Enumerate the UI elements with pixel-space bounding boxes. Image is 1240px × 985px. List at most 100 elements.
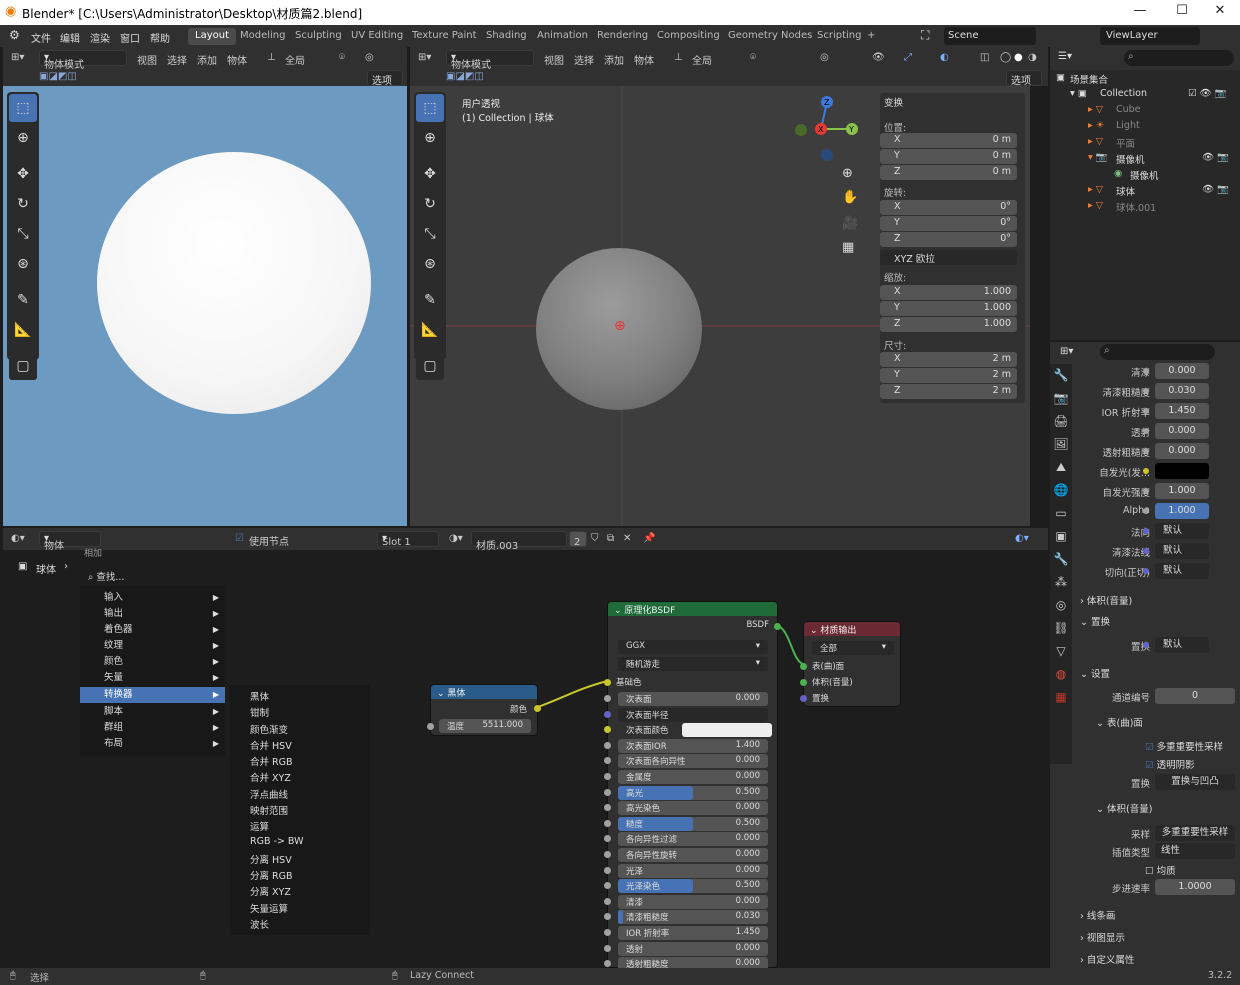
bsdf-input-socket[interactable] [604,866,611,874]
add-menu-shader[interactable]: 着色器 ▶ [80,622,225,638]
prop-emission[interactable]: 自发光(发... [1075,462,1235,480]
tab-geometry-nodes[interactable]: Geometry Nodes [721,28,819,45]
menu-view-main[interactable]: 视图 [544,52,564,67]
bsdf-input-socket[interactable] [604,913,611,921]
bsdf-input-socket[interactable] [604,960,611,968]
output-volume-socket[interactable] [800,679,807,686]
render-tab-icon[interactable]: 📷 [1050,387,1072,410]
navigation-gizmo[interactable]: Z Y X [790,92,860,162]
output-tab-icon[interactable]: 🖨 [1050,410,1072,433]
bsdf-input-socket[interactable] [604,695,611,702]
submenu-color-ramp[interactable]: 颜色渐变 [250,722,288,736]
bsdf-field[interactable]: 高光 0.500 [604,785,768,800]
snap-icon[interactable]: ⌾ [339,52,345,63]
rotation-x-field[interactable]: X 0° [880,200,1017,215]
gizmo-icon[interactable]: ⤢ [904,52,912,63]
menu-window[interactable]: 窗口 [120,30,140,45]
prop-normal[interactable]: 法向 默认 [1075,522,1235,540]
tab-shading[interactable]: Shading [479,28,534,45]
orientation-global-left[interactable]: 全局 [285,52,305,67]
base-color-socket[interactable] [604,679,611,686]
rotation-mode-dropdown[interactable]: XYZ 欧拉 [880,250,1017,265]
mis-checkbox[interactable]: ☑ 多重重要性采样 [1145,739,1223,753]
displacement-section[interactable]: ⌄ 置换 [1080,614,1110,628]
viewlayer-selector[interactable]: ViewLayer [1100,27,1200,45]
outliner-item-cube[interactable]: ▸ ▽ Cube [1050,102,1240,118]
bsdf-output-socket[interactable] [774,623,781,630]
submenu-vector-math[interactable]: 矢量运算 [250,901,288,915]
outliner-search[interactable]: ⌕ [1124,50,1234,66]
scale-y-field[interactable]: Y 1.000 [880,301,1017,316]
transform-section-header[interactable]: 变换 [884,95,903,109]
particles-tab-icon[interactable]: ⁂ [1050,571,1072,594]
scene-tab-icon[interactable]: ⛰ [1050,456,1072,479]
proportional-edit-icon[interactable]: ◎ [365,52,374,63]
outliner-item-camera-data[interactable]: ◉ 摄像机 [1050,166,1240,182]
rotation-y-field[interactable]: Y 0° [880,216,1017,231]
bsdf-input-socket[interactable] [604,757,611,765]
submenu-combine-hsv[interactable]: 合并 HSV [250,738,292,752]
shading-solid-icon[interactable]: ● [1014,52,1023,63]
bsdf-field[interactable]: 次表面 0.000 [604,692,768,706]
outliner-item-light[interactable]: ▸ ☀ Light [1050,118,1240,134]
duplicate-material-icon[interactable]: ⧉ [607,533,614,544]
add-cube-tool-icon[interactable]: ▢ [9,352,37,380]
add-menu-color[interactable]: 颜色 ▶ [80,654,225,670]
material-users-count[interactable]: 2 [569,531,587,548]
prop-transmission-roughness[interactable]: 透射粗糙度 0.000 [1075,442,1235,460]
prop-ior[interactable]: IOR 折射率 1.450 [1075,402,1235,420]
shading-material-icon[interactable]: ◑ [1028,52,1037,63]
location-z-field[interactable]: Z0 m [880,165,1017,180]
shader-type-dropdown[interactable]: 物体 ▾ [39,531,101,552]
bsdf-field[interactable]: 次表面各向异性 0.000 [604,754,768,769]
prop-displacement-method[interactable]: 置换 置换与凹凸 [1075,773,1235,791]
move-tool-icon-main[interactable]: ✥ [416,160,444,188]
tab-rendering[interactable]: Rendering [590,28,655,45]
tab-layout[interactable]: Layout [188,28,236,45]
bsdf-field[interactable]: 金属度 0.000 [604,770,768,784]
blackbody-color-socket[interactable] [534,705,541,712]
surface-subsection[interactable]: ⌄ 表(曲)面 [1096,715,1143,729]
tab-texture-paint[interactable]: Texture Paint [405,28,484,45]
prop-interpolation[interactable]: 插值类型 线性 [1075,842,1235,860]
bsdf-input-socket[interactable] [604,882,611,890]
ortho-grid-icon[interactable]: ▦ [842,240,854,255]
visibility-icon[interactable]: 👁 [872,52,885,63]
prop-pass-index[interactable]: 通道编号 0 [1075,687,1235,705]
add-menu-search[interactable]: ⌕ 查找... [80,570,225,586]
outliner-item-camera[interactable]: ▾ 📷 摄像机 👁 📷 [1050,150,1240,166]
outliner-item-sphere[interactable]: ▸ ▽ 球体 👁 📷 [1050,182,1240,198]
bsdf-field[interactable]: 次表面IOR 1.400 [604,738,768,753]
distribution-dropdown[interactable]: GGX ▾ [618,640,768,654]
menu-edit[interactable]: 编辑 [60,30,80,45]
view-layer-tab-icon[interactable]: 🖼 [1050,433,1072,456]
transparent-shadow-checkbox[interactable]: ☑ 透明阴影 [1145,757,1195,771]
selection-mode-icons[interactable]: ▣◪◩◫ [39,71,77,82]
texture-tab-icon[interactable]: ▦ [1050,686,1072,709]
output-displacement-socket[interactable] [800,695,807,702]
menu-select-left[interactable]: 选择 [167,52,187,67]
dimensions-z-field[interactable]: Z2 m [880,384,1017,399]
location-x-field[interactable]: X0 m [880,133,1017,148]
measure-tool-icon-main[interactable]: 📐 [416,316,444,344]
move-tool-icon[interactable]: ✥ [9,160,37,188]
bsdf-field[interactable]: 各向异性旋转 0.000 [604,848,768,862]
bsdf-field[interactable]: 透射 0.000 [604,941,768,956]
menu-select-main[interactable]: 选择 [574,52,594,67]
submenu-rgb-to-bw[interactable]: RGB -> BW [250,836,303,847]
select-box-tool-icon[interactable]: ⬚ [9,94,37,122]
outliner-item-plane[interactable]: ▸ ▽ 平面 [1050,134,1240,150]
blackbody-node[interactable]: ⌄ 黑体 颜色 温度 5511.000 [427,684,541,736]
material-tab-icon[interactable]: ◍ [1050,663,1072,686]
shading-wireframe-icon[interactable]: ◯ [1000,52,1011,63]
editor-type-icon-main[interactable]: ⊞▾ [418,52,431,63]
menu-help[interactable]: 帮助 [150,30,170,45]
prop-displacement[interactable]: 置换 默认 [1075,636,1235,654]
transform-orientation-icon[interactable]: ⊥ [267,52,276,63]
bsdf-field[interactable]: 清漆粗糙度 0.030 [604,910,768,925]
bsdf-node-header[interactable]: ⌄ 原理化BSDF [608,602,777,616]
bsdf-field[interactable]: 光泽 0.000 [604,863,768,878]
principled-bsdf-node[interactable]: ⌄ 原理化BSDF BSDF GGX ▾ 随机游走 ▾ 基础色 次表面 0.000 次表… [604,601,781,972]
mode-dropdown-main[interactable]: 物体模式 ▾ [446,50,534,71]
bsdf-input-socket[interactable] [604,835,611,843]
